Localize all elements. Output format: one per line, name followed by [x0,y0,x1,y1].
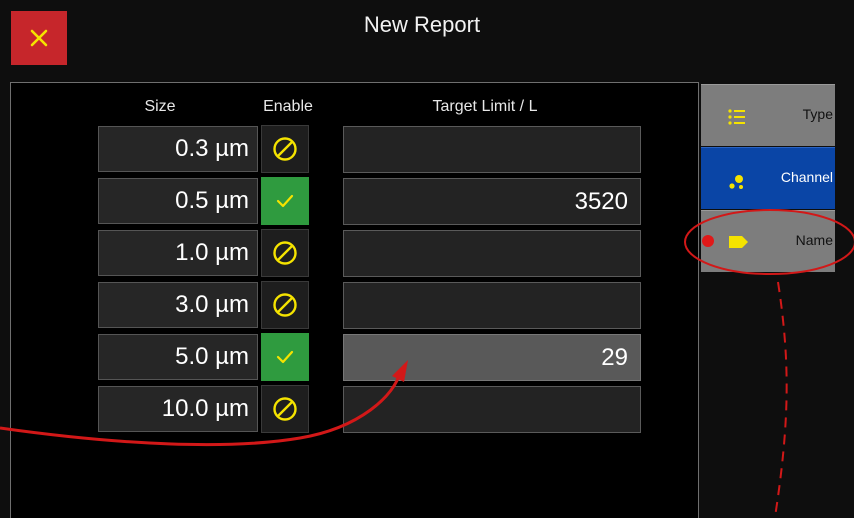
close-icon [30,29,48,47]
disabled-icon [273,137,297,161]
size-label-1-0: 1.0 µm [98,230,258,276]
target-input-10-0[interactable] [343,386,641,433]
sidebar-tab-channel[interactable]: Channel [701,147,835,209]
target-input-5-0[interactable]: 29 [343,334,641,381]
page-title: New Report [363,12,481,37]
size-label-0-3: 0.3 µm [98,126,258,172]
disabled-icon [273,241,297,265]
target-input-0-3[interactable] [343,126,641,173]
target-input-0-5[interactable]: 3520 [343,178,641,225]
column-header-target: Target Limit / L [432,98,538,115]
enable-toggle-1-0[interactable] [261,229,309,277]
enable-toggle-10-0[interactable] [261,385,309,433]
size-label-3-0: 3.0 µm [98,282,258,328]
tag-icon [729,236,748,248]
close-button[interactable] [11,11,67,65]
size-label-10-0: 10.0 µm [98,386,258,432]
target-input-1-0[interactable] [343,230,641,277]
sidebar-tab-name[interactable]: Name [701,210,835,272]
sidebar-tab-type[interactable]: Type [701,84,835,146]
column-header-enable: Enable [263,98,313,115]
dots-icon [729,175,743,189]
enable-toggle-0-3[interactable] [261,125,309,173]
disabled-icon [273,397,297,421]
disabled-icon [273,293,297,317]
annotation-dashed-line [774,281,788,517]
enable-toggle-3-0[interactable] [261,281,309,329]
size-label-0-5: 0.5 µm [98,178,258,224]
sidebar-tab-label: Channel [780,169,833,185]
enable-toggle-5-0[interactable] [261,333,309,381]
target-input-3-0[interactable] [343,282,641,329]
check-icon [276,194,294,208]
list-icon [728,109,745,125]
sidebar-tab-label: Type [802,106,833,122]
check-icon [276,350,294,364]
size-label-5-0: 5.0 µm [98,334,258,380]
column-header-size: Size [144,98,176,115]
alert-dot-icon [702,235,714,247]
enable-toggle-0-5[interactable] [261,177,309,225]
sidebar-tab-label: Name [795,232,833,248]
